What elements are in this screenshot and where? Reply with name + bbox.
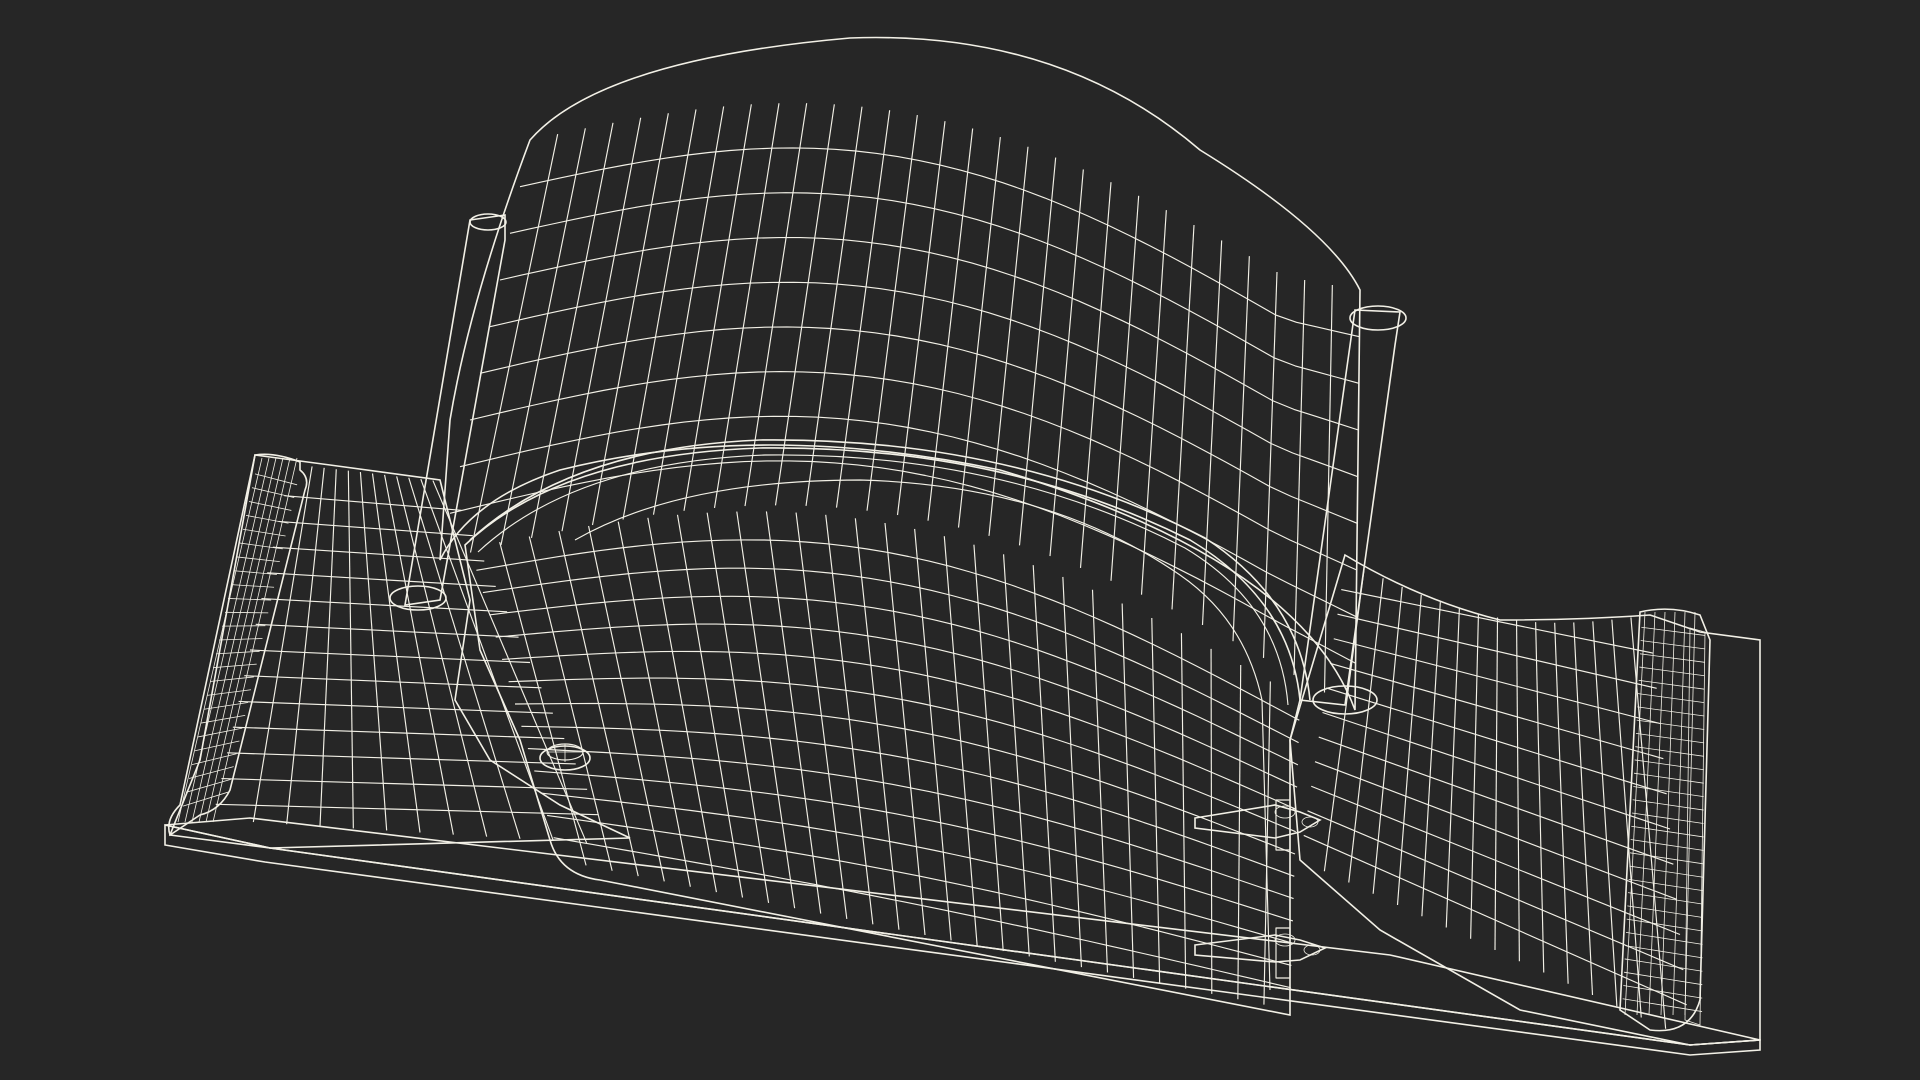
base-plinth xyxy=(164,817,1761,1056)
rear-pillars xyxy=(389,213,1407,715)
wireframe-render xyxy=(164,36,1761,1056)
clock-drum xyxy=(439,36,1361,711)
door-knob xyxy=(539,743,591,771)
clock-front-face xyxy=(464,439,1311,1016)
3d-viewport[interactable] xyxy=(0,0,1920,1080)
hinges xyxy=(1194,799,1328,979)
right-wing xyxy=(1289,553,1761,1046)
left-wing xyxy=(167,453,631,849)
